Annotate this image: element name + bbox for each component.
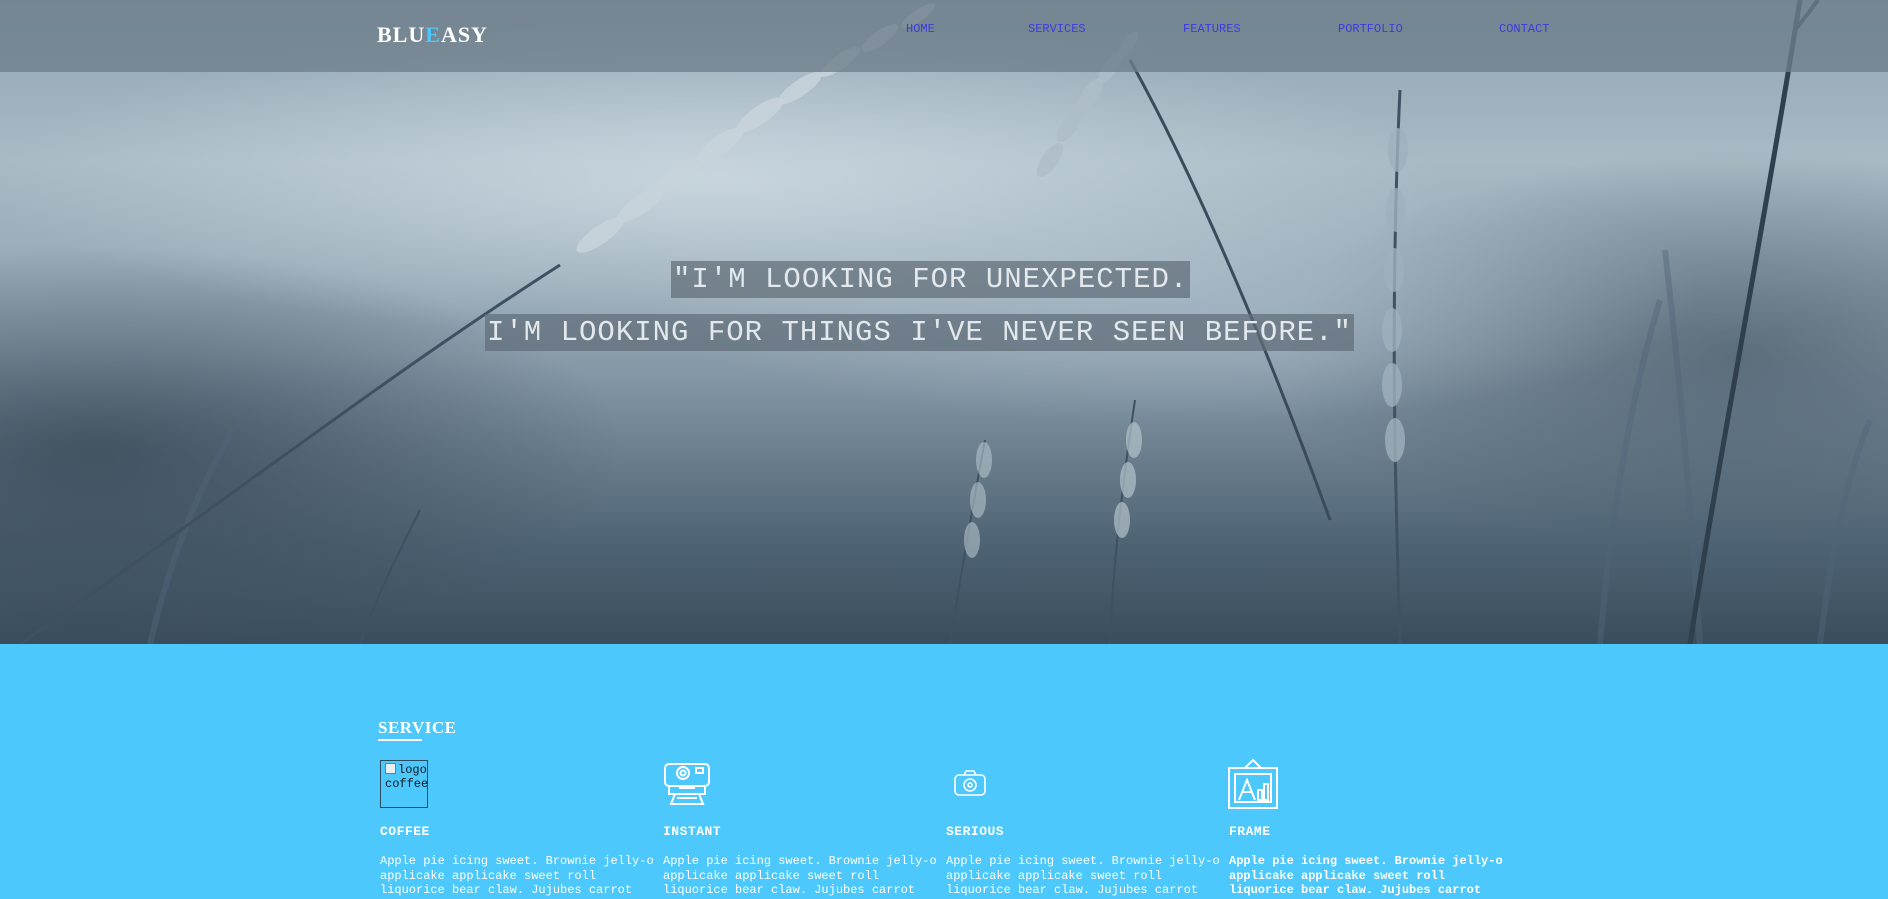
hero-quote-line-1: "I'M LOOKING FOR UNEXPECTED.: [671, 261, 1191, 298]
logo-text-accent: E: [425, 22, 441, 47]
coffee-logo-image-placeholder: logo coffee: [380, 760, 428, 808]
nav-link-contact[interactable]: CONTACT: [1499, 22, 1549, 36]
hero-section: BLUEASY HOME SERVICES FEATURES PORTFOLIO…: [0, 0, 1888, 644]
logo-text-part2: ASY: [440, 22, 488, 47]
card-title: FRAME: [1229, 824, 1271, 839]
card-title: COFFEE: [380, 824, 430, 839]
card-description: Apple pie icing sweet. Brownie jelly-o a…: [1229, 854, 1503, 897]
card-title: SERIOUS: [946, 824, 1005, 839]
card-title: INSTANT: [663, 824, 722, 839]
polaroid-camera-icon: [664, 763, 710, 805]
nav-link-home[interactable]: HOME: [906, 22, 935, 36]
broken-image-icon: logo coffee: [378, 758, 430, 810]
logo-text-part1: BLU: [377, 22, 426, 47]
nav-link-features[interactable]: FEATURES: [1183, 22, 1241, 36]
top-navbar: BLUEASY HOME SERVICES FEATURES PORTFOLIO…: [0, 0, 1888, 72]
service-heading: SERVICE: [378, 718, 457, 737]
camera-icon: [954, 770, 986, 796]
card-description: Apple pie icing sweet. Brownie jelly-o a…: [663, 854, 937, 897]
brand-logo[interactable]: BLUEASY: [377, 22, 488, 48]
hero-quote-line-2: I'M LOOKING FOR THINGS I'VE NEVER SEEN B…: [485, 314, 1354, 351]
picture-frame-icon: [1228, 758, 1278, 809]
nav-link-services[interactable]: SERVICES: [1028, 22, 1086, 36]
service-heading-underline: [378, 739, 422, 741]
nav-link-portfolio[interactable]: PORTFOLIO: [1338, 22, 1403, 36]
card-description: Apple pie icing sweet. Brownie jelly-o a…: [946, 854, 1220, 897]
card-description: Apple pie icing sweet. Brownie jelly-o a…: [380, 854, 654, 897]
broken-image-thumb-icon: [385, 763, 396, 774]
